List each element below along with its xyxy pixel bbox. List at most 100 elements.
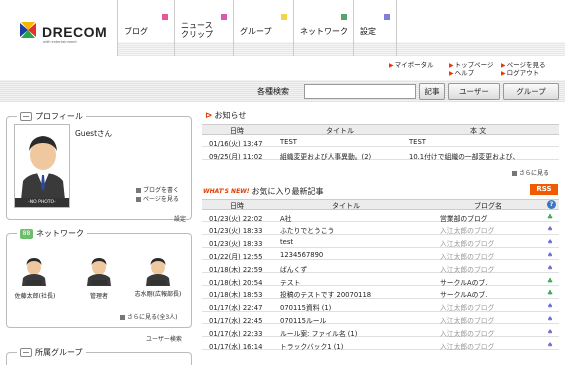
search-group-button[interactable]: グループ [503,83,559,100]
favorites-title: WHAT'S NEW! お気に入り最新記事 [203,187,324,196]
row-title: 投稿のテストです 20070118 [280,291,372,300]
profile-card-icon [20,112,32,121]
rss-button[interactable]: RSS [530,184,558,195]
profile-title: プロフィール [17,111,86,122]
favorite-row[interactable]: 01/23(火) 22:02 A社 営業部のブログ ♣ [202,211,559,223]
network-avatar-3[interactable] [145,256,171,286]
row-date: 01/18(木) 18:53 [209,291,263,300]
network-member-name[interactable]: 管理者 [74,293,124,300]
row-title: ばんくず [280,265,308,274]
groups-box: 所属グループ [6,347,192,365]
col-body: 本 文 [470,127,487,135]
group-icon [20,348,32,357]
club-icon: ♣ [547,212,554,221]
announce-arrow-icon: ⊳ [205,110,213,121]
search-article-button[interactable]: 記事 [419,83,445,100]
row-blog-name: 入江太郎のブログ [440,227,495,236]
search-label: 各種検索 [257,87,289,96]
link-my-portal[interactable]: ▶マイポータル [389,59,434,69]
favorite-row[interactable]: 01/23(火) 18:33 test 入江太郎のブログ ♠ [202,237,559,248]
club-icon: ♣ [547,276,554,285]
row-date: 01/17(水) 22:33 [209,329,263,338]
favorite-row[interactable]: 01/17(水) 22:45 070115ルール 入江太郎のブログ ♠ [202,313,559,325]
col-title: タイトル [326,127,354,135]
favorite-row[interactable]: 01/18(木) 22:59 ばんくず 入江太郎のブログ ♠ [202,262,559,274]
person-silhouette-icon [21,136,65,200]
nav-blog[interactable]: ブログ [118,0,175,56]
spade-icon: ♠ [547,250,554,259]
favorite-row[interactable]: 01/17(水) 16:14 トラックバック1 (1) 入江太郎のブログ ♠ [202,339,559,351]
nav-network[interactable]: ネットワーク [294,0,354,56]
favorite-row[interactable]: 01/23(火) 18:33 ふたりでとうこう 入江太郎のブログ ♠ [202,224,559,235]
nav-filler [397,0,565,56]
col-date: 日時 [230,202,244,210]
notice-row[interactable]: 01/16(火) 13:47 TEST TEST [202,136,559,148]
help-icon[interactable]: ? [547,200,556,209]
nav-group[interactable]: グループ [234,0,294,56]
row-title: 070115資料 (1) [280,304,332,313]
row-blog-name: 入江太郎のブログ [440,342,495,351]
profile-settings-link[interactable]: 設定 [174,214,186,223]
row-blog-name: 入江太郎のブログ [440,240,495,249]
network-avatar-1[interactable] [21,256,47,286]
favorite-row[interactable]: 01/17(水) 22:47 070115資料 (1) 入江太郎のブログ ♠ [202,301,559,312]
col-title: タイトル [332,202,360,210]
favorite-row[interactable]: 01/18(木) 20:54 テスト サークルAのブ. ♣ [202,275,559,287]
network-avatar-2[interactable] [86,256,112,286]
network-member-name[interactable]: 志水剛(広報部長) [132,291,184,298]
favorite-row[interactable]: 01/17(水) 22:33 ルール案: ファイル名 (1) 入江太郎のブログ ♠ [202,326,559,338]
row-title: A社 [280,214,292,223]
nav-color-square [384,14,390,20]
network-icon: 88 [20,228,33,239]
row-date: 01/18(木) 20:54 [209,278,263,287]
row-date: 01/23(火) 22:02 [209,214,263,223]
col-date: 日時 [230,127,244,135]
profile-avatar[interactable]: -NO PHOTO- [14,124,70,208]
nav-label: ニュース クリップ [181,21,213,39]
write-blog-link[interactable]: ブログを書く [136,185,179,194]
logo-subtitle: with entertainment [43,40,77,44]
more-icon [120,315,125,320]
nav-news-clip[interactable]: ニュース クリップ [175,0,234,56]
row-title: トラックバック1 (1) [280,342,344,351]
spade-icon: ♠ [547,327,554,336]
drecom-logo-icon [18,20,38,40]
nav-label: ブログ [124,27,148,36]
arrow-right-icon: ▶ [449,70,454,77]
nav-color-square [162,14,168,20]
search-input[interactable] [304,84,416,99]
spade-icon: ♠ [547,263,554,272]
user-search-link[interactable]: ユーザー検索 [146,334,182,343]
notices-more-link[interactable]: さらに見る [512,168,549,177]
pencil-icon [136,188,141,193]
row-date: 01/17(水) 22:47 [209,304,263,313]
link-help[interactable]: ▶ヘルプ [449,67,474,77]
arrow-right-icon: ▶ [389,62,394,69]
logo[interactable]: DRECOM with entertainment [0,0,118,56]
arrow-right-icon: ▶ [501,70,506,77]
notices-title: ⊳ お知らせ [205,110,247,121]
favorite-row[interactable]: 01/18(木) 18:53 投稿のテストです 20070118 サークルAのブ. ♣ [202,288,559,299]
favorite-row[interactable]: 01/22(月) 12:55 1234567890 入江太郎のブログ ♠ [202,249,559,261]
notice-row[interactable]: 09/25(月) 11:02 組織変更および人事異動。(2) 10.1付けで組織… [202,149,559,161]
network-title: 88 ネットワーク [17,228,87,239]
search-user-button[interactable]: ユーザー [448,83,500,100]
spade-icon: ♠ [547,238,554,247]
spade-icon: ♠ [547,302,554,311]
nav-settings[interactable]: 設定 [354,0,397,56]
network-member-name[interactable]: 佐藤太郎(社長) [10,293,60,300]
row-blog-name: サークルAのブ. [440,278,488,287]
row-blog-name: サークルAのブ. [440,291,488,300]
nav-color-square [221,14,227,20]
nav-color-square [341,14,347,20]
row-blog-name: 入江太郎のブログ [440,252,495,261]
nav-label: グループ [240,27,272,36]
link-logout[interactable]: ▶ログアウト [501,67,539,77]
row-title: ルール案: ファイル名 (1) [280,329,358,338]
col-blog: ブログ名 [474,202,502,210]
nav-label: ネットワーク [300,27,348,36]
view-page-link[interactable]: ページを見る [136,194,179,203]
network-more-link[interactable]: さらに見る(全3人) [120,312,178,321]
row-date: 01/17(水) 16:14 [209,342,263,351]
row-title: 1234567890 [280,250,324,259]
